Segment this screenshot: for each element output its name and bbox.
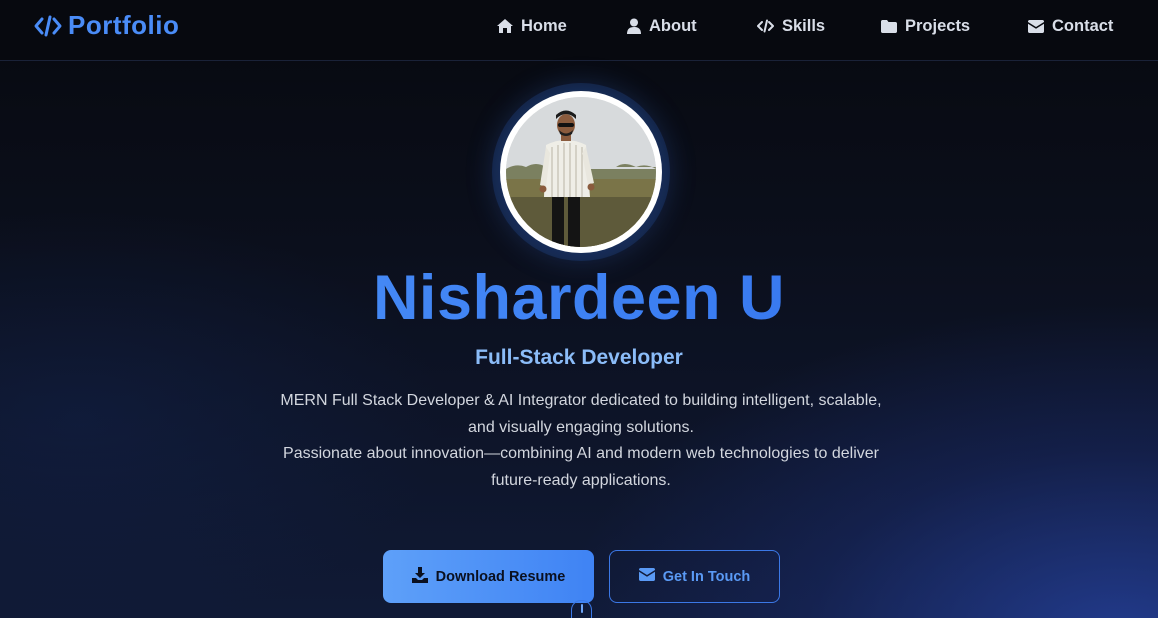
profile-avatar-frame: [500, 91, 662, 253]
bio-line-2: Passionate about innovation—combining AI…: [283, 445, 879, 489]
envelope-icon: [1028, 19, 1044, 33]
bio-line-1: MERN Full Stack Developer & AI Integrato…: [280, 392, 882, 436]
code-icon: [757, 19, 774, 33]
nav-label-projects: Projects: [905, 16, 971, 35]
scroll-down-indicator[interactable]: [571, 600, 592, 618]
hero-name: Nishardeen U: [0, 262, 1158, 334]
scroll-wheel: [580, 604, 583, 613]
download-resume-label: Download Resume: [435, 568, 566, 585]
nav-item-projects[interactable]: Projects: [881, 15, 970, 37]
nav-item-skills[interactable]: Skills: [757, 15, 825, 37]
nav-links: Home About Skills Projects Contact: [0, 0, 1158, 61]
nav-label-skills: Skills: [782, 16, 826, 35]
folder-icon: [881, 19, 897, 33]
nav-item-home[interactable]: Home: [497, 15, 567, 37]
nav-item-about[interactable]: About: [627, 15, 697, 37]
envelope-icon: [638, 568, 655, 585]
download-resume-button[interactable]: Download Resume: [383, 550, 594, 603]
profile-photo: [506, 97, 656, 247]
home-icon: [497, 19, 513, 33]
nav-label-about: About: [649, 16, 697, 35]
get-in-touch-label: Get In Touch: [662, 568, 751, 585]
hero-role: Full-Stack Developer: [475, 346, 683, 369]
user-icon: [627, 18, 641, 34]
navbar: Portfolio Home About Skills Projects Con…: [0, 0, 1158, 61]
get-in-touch-button[interactable]: Get In Touch: [609, 550, 780, 603]
portfolio-page: Portfolio Home About Skills Projects Con…: [0, 0, 1158, 618]
hero-bio: MERN Full Stack Developer & AI Integrato…: [279, 388, 883, 494]
download-icon: [411, 566, 428, 587]
nav-item-contact[interactable]: Contact: [1028, 15, 1113, 37]
nav-label-contact: Contact: [1052, 16, 1114, 35]
nav-label-home: Home: [521, 16, 567, 35]
